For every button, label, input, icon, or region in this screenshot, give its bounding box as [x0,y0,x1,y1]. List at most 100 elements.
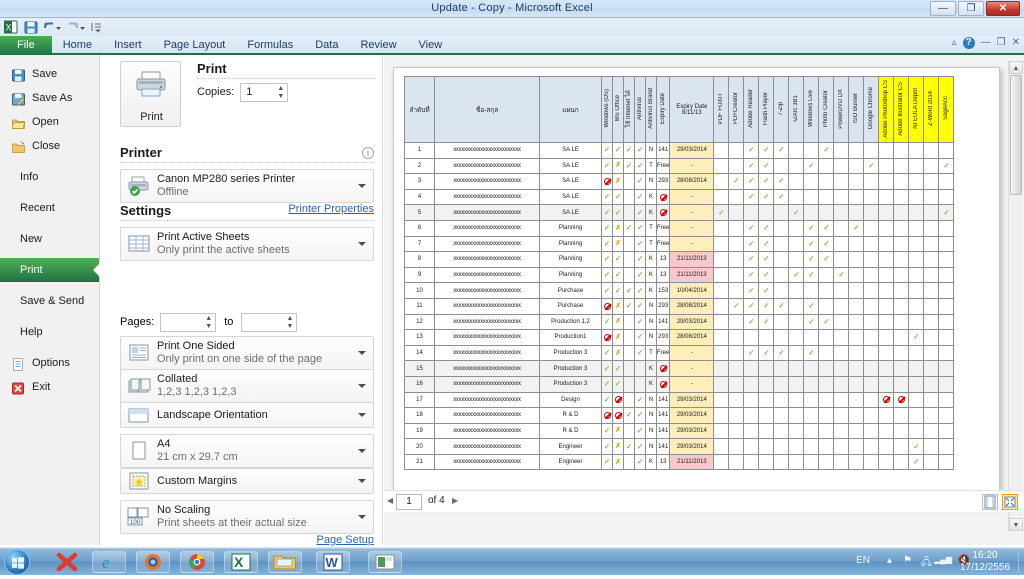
language-indicator[interactable]: EN [856,555,870,566]
pages-to-input[interactable]: ▲ ▼ [241,313,298,332]
paper-size-option[interactable]: A4 21 cm x 29.7 cm [120,434,374,468]
tab-insert[interactable]: Insert [103,36,153,55]
powerpoint-icon[interactable] [368,551,402,573]
customize-qat-icon[interactable] [90,20,104,34]
app-status-cell [728,453,745,471]
collation-option[interactable]: Collated 1,2,3 1,2,3 1,2,3 [120,369,374,403]
sidebar-item-help[interactable]: Help [0,320,99,344]
sidebar-item-close[interactable]: Close [0,134,99,158]
show-margins-icon[interactable] [982,494,998,510]
scroll-down-arrow-icon[interactable]: ▼ [1009,518,1023,531]
chevron-down-icon[interactable] [358,479,366,483]
doc-restore-icon[interactable]: ❐ [997,37,1006,48]
printer-select[interactable]: Canon MP280 series Printer Offline [120,169,374,203]
copies-spinner-arrows[interactable]: ▲ ▼ [276,85,285,101]
app-status-cell [923,157,940,175]
page-number-input[interactable]: 1 [396,494,422,510]
network-icon[interactable]: 🖧 [921,555,932,572]
pages-from-input[interactable]: ▲ ▼ [160,313,217,332]
scrollbar-thumb[interactable] [1010,75,1022,195]
app-status-cell [833,391,850,409]
tab-view[interactable]: View [408,36,454,55]
redo-icon[interactable] [66,20,86,34]
explorer-icon[interactable] [268,551,302,573]
app-status-cell [923,297,940,315]
status-cell: ✓ [601,142,613,159]
pages-from-spinner[interactable]: ▲ ▼ [204,315,213,331]
pages-to-spinner[interactable]: ▲ ▼ [285,315,294,331]
tab-file[interactable]: File [0,36,52,55]
tab-home[interactable]: Home [52,36,103,55]
window-minimize-button[interactable]: — [930,1,956,16]
sidebar-item-info[interactable]: Info [0,165,99,189]
orientation-option[interactable]: Landscape Orientation [120,402,374,428]
sidebar-item-save-and-send[interactable]: Save & Send [0,289,99,313]
zoom-to-page-icon[interactable] [1002,494,1018,510]
word-icon[interactable]: W [316,551,350,573]
chevron-down-icon[interactable] [358,242,366,246]
undo-icon[interactable] [42,20,62,34]
excel-taskbar-icon[interactable]: X [224,551,258,573]
previous-page-button[interactable]: ◀ [387,496,393,505]
app-status-cell [758,422,775,440]
sidebar-item-save-as[interactable]: Save As [0,86,99,110]
sidebar-item-exit[interactable]: Exit [0,375,99,399]
chevron-down-icon[interactable] [358,449,366,453]
tab-review[interactable]: Review [349,36,407,55]
window-maximize-button[interactable]: ❐ [958,1,984,16]
help-icon[interactable]: ? [962,37,975,49]
doc-close-icon[interactable]: ✕ [1012,37,1020,48]
action-center-flag-icon[interactable]: ⚑ [903,555,912,566]
internet-explorer-icon[interactable]: e [92,551,126,573]
print-range-option[interactable]: Print Active Sheets Only print the activ… [120,227,374,261]
show-hidden-icons-button[interactable]: ▴ [887,555,892,566]
employee-name-cell: xxxxxxxxxxxxxxxxxxxxxxxxx [434,391,540,409]
start-button[interactable] [4,549,30,575]
chevron-down-icon[interactable] [358,384,366,388]
scaling-option[interactable]: 100 No Scaling Print sheets at their act… [120,500,374,546]
sidebar-item-save[interactable]: Save [0,62,99,86]
save-icon[interactable] [24,20,38,34]
clock[interactable]: 16:20 17/12/2556 [956,550,1014,574]
scroll-up-arrow-icon[interactable]: ▲ [1009,61,1023,74]
firefox-icon[interactable] [136,551,170,573]
sidebar-item-options[interactable]: Options [0,351,99,375]
chevron-down-icon[interactable] [358,351,366,355]
next-page-button[interactable]: ▶ [452,496,458,505]
copies-stepper[interactable]: 1 ▲ ▼ [240,83,289,102]
sidebar-item-new[interactable]: New [0,227,99,251]
svg-text:X: X [6,23,12,33]
taskbar-close-icon[interactable] [50,551,84,573]
check-icon: ✓ [838,270,845,280]
app-status-cell [923,235,940,253]
signal-icon[interactable]: ▂▄▆ [934,555,952,564]
excel-app-icon[interactable]: X [3,20,18,34]
tab-formulas[interactable]: Formulas [236,36,304,55]
status-cell [623,375,635,393]
row-number-cell: 19 [404,422,435,440]
tab-page-layout[interactable]: Page Layout [153,36,237,55]
page-setup-link[interactable]: Page Setup [120,534,375,546]
chevron-down-icon[interactable] [358,413,366,417]
print-button[interactable]: Print [120,61,181,127]
chevron-down-icon[interactable] [358,184,366,188]
app-status-cell [713,344,730,362]
tab-data[interactable]: Data [304,36,349,55]
app-status-cell [833,282,850,299]
ribbon-collapse-icon[interactable]: ▵ [952,37,957,48]
window-close-button[interactable]: ✕ [986,1,1020,16]
preview-scrollbar[interactable]: ▲ ▼ [1008,61,1023,531]
show-desktop-button[interactable] [1018,548,1024,576]
sidebar-item-recent[interactable]: Recent [0,196,99,220]
app-status-cell [923,438,940,455]
info-icon[interactable]: i [362,147,374,159]
sidebar-item-open[interactable]: Open [0,110,99,134]
chevron-down-icon[interactable] [358,515,366,519]
sidebar-item-print[interactable]: Print [0,258,100,282]
app-status-cell: ✓ [803,157,820,175]
doc-minimize-icon[interactable]: — [981,37,991,48]
print-sides-option[interactable]: Print One Sided Only print on one side o… [120,336,374,370]
status-cell [634,360,646,377]
margins-option[interactable]: Custom Margins [120,468,374,494]
chrome-icon[interactable] [180,551,214,573]
